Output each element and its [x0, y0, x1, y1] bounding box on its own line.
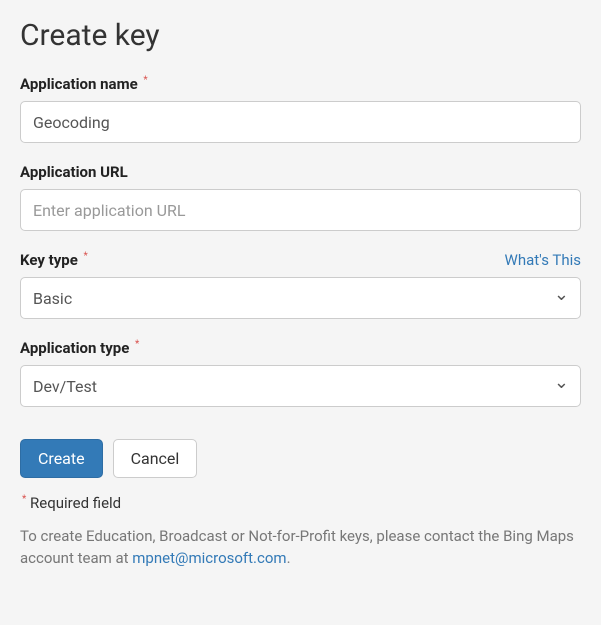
application-type-select[interactable]: Dev/Test [20, 365, 581, 407]
create-button[interactable]: Create [20, 439, 103, 478]
contact-email-link[interactable]: mpnet@microsoft.com [132, 549, 286, 567]
whats-this-link[interactable]: What's This [505, 251, 581, 269]
form-group-application-url: Application URL [20, 163, 581, 231]
required-asterisk-icon: * [135, 339, 139, 350]
info-suffix: . [287, 549, 291, 567]
application-name-input[interactable] [20, 101, 581, 143]
required-asterisk-icon: * [84, 251, 88, 262]
application-name-label: Application name * [20, 75, 581, 93]
required-note-text: Required field [30, 494, 121, 512]
button-row: Create Cancel [20, 439, 581, 478]
label-text: Key type [20, 251, 78, 269]
form-group-application-type: Application type * Dev/Test [20, 339, 581, 407]
application-type-label: Application type * [20, 339, 581, 357]
label-text: Application URL [20, 163, 128, 181]
label-text: Application name [20, 75, 138, 93]
application-url-input[interactable] [20, 189, 581, 231]
application-url-label: Application URL [20, 163, 581, 181]
page-title: Create key [20, 18, 581, 53]
required-field-note: * Required field [20, 494, 581, 512]
info-text: To create Education, Broadcast or Not-fo… [20, 526, 581, 570]
key-type-select[interactable]: Basic [20, 277, 581, 319]
form-group-application-name: Application name * [20, 75, 581, 143]
cancel-button[interactable]: Cancel [113, 439, 198, 478]
key-type-label: Key type * [20, 251, 88, 269]
required-asterisk-icon: * [143, 75, 147, 86]
form-group-key-type: Key type * What's This Basic [20, 251, 581, 319]
required-asterisk-icon: * [22, 494, 26, 505]
info-prefix: To create Education, Broadcast or Not-fo… [20, 527, 574, 567]
label-text: Application type [20, 339, 129, 357]
